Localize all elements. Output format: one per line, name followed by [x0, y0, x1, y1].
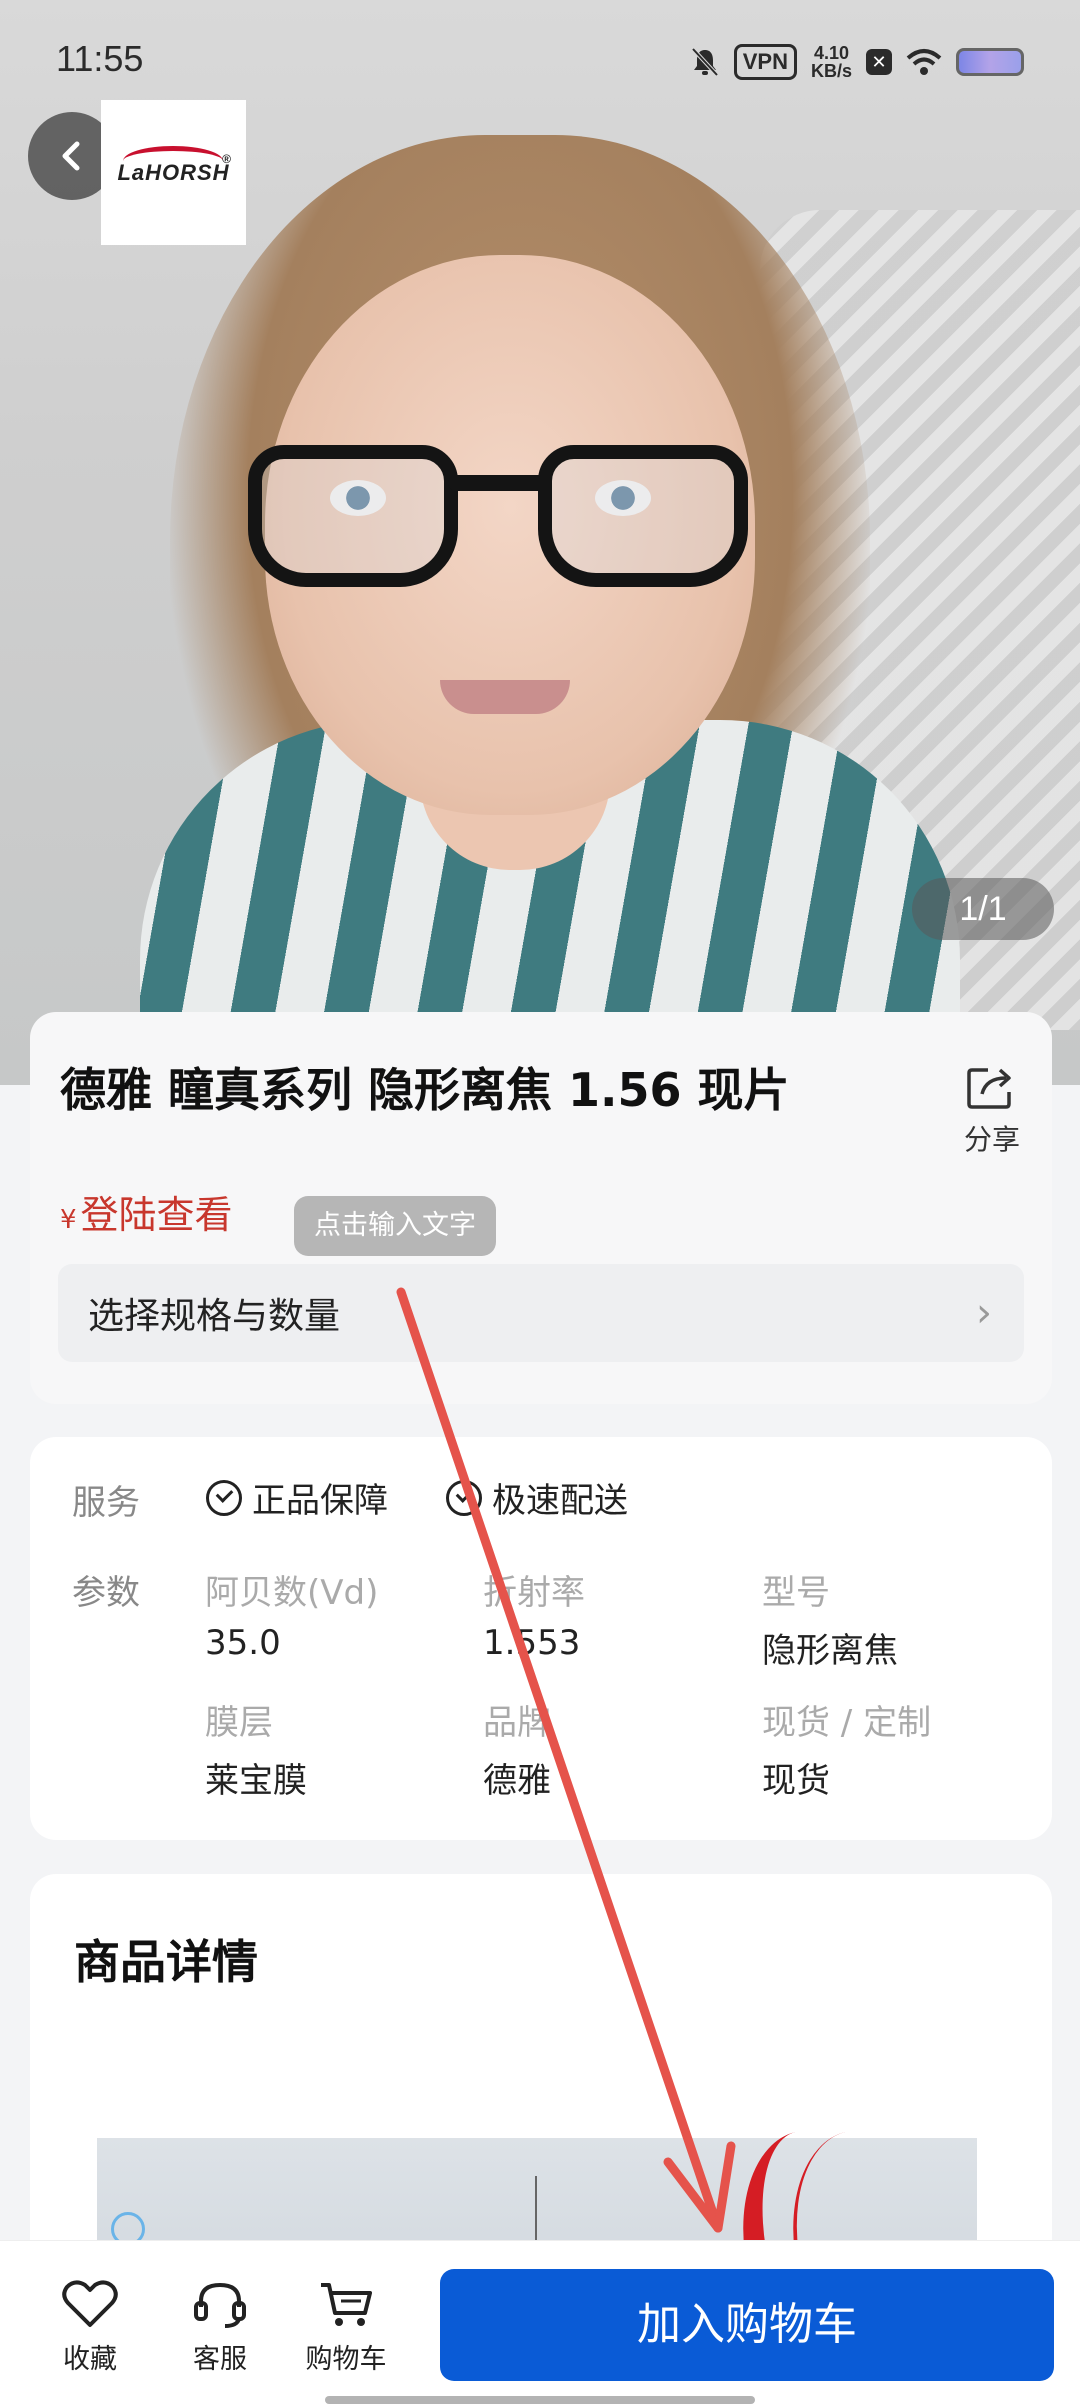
spec-selector-label: 选择规格与数量: [88, 1296, 341, 1337]
param-value: 1.553: [483, 1623, 581, 1663]
logo-swoosh: [123, 146, 223, 176]
home-indicator[interactable]: [325, 2396, 755, 2404]
mouth: [440, 680, 570, 714]
cart-label: 购物车: [305, 2344, 387, 2375]
param-value: 隐形离焦: [762, 1631, 898, 1671]
glasses-bridge: [448, 475, 548, 491]
add-to-cart-button[interactable]: 加入购物车: [440, 2269, 1054, 2381]
service-item-label: 极速配送: [492, 1481, 628, 1521]
param-value: 现货: [762, 1761, 830, 1801]
headset-icon: [194, 2282, 246, 2328]
network-speed: 4.10 KB/s: [811, 44, 852, 80]
heart-icon: [62, 2280, 118, 2327]
favorite-label: 收藏: [63, 2344, 117, 2375]
product-summary-card: 德雅 瞳真系列 隐形离焦 1.56 现片 分享 ¥ 登陆查看 点击输入文字 选择规…: [30, 1012, 1052, 1404]
chevron-right-icon: ›: [976, 1290, 992, 1336]
params-label: 参数: [72, 1573, 140, 1613]
wifi-icon: [906, 49, 942, 75]
bottom-action-bar: 收藏 客服 购物车 加入购物车: [0, 2240, 1080, 2408]
cart-button[interactable]: 购物车: [296, 2279, 396, 2376]
share-button[interactable]: 分享: [954, 1064, 1030, 1158]
price-login-text: 登陆查看: [80, 1193, 233, 1237]
param-key: 型号: [762, 1573, 830, 1613]
text-input-hint[interactable]: 点击输入文字: [294, 1196, 496, 1256]
param-value: 35.0: [205, 1623, 281, 1663]
customer-service-button[interactable]: 客服: [170, 2279, 270, 2376]
status-icons: VPN 4.10 KB/s ✕: [690, 40, 1024, 84]
service-item-label: 正品保障: [252, 1481, 388, 1521]
param-key: 品牌: [483, 1703, 551, 1743]
service-item-genuine: 正品保障: [206, 1473, 388, 1522]
right-lens: [538, 445, 748, 587]
brand-logo: LaHORSH ®: [101, 100, 246, 245]
speed-unit: KB/s: [810, 61, 852, 81]
service-item-fast-delivery: 极速配送: [446, 1473, 628, 1522]
favorite-button[interactable]: 收藏: [40, 2279, 140, 2376]
glasses: [238, 445, 758, 595]
product-title: 德雅 瞳真系列 隐形离焦 1.56 现片: [60, 1063, 790, 1117]
service-label: 服务: [72, 1483, 140, 1523]
check-circle-icon: [446, 1479, 482, 1516]
service-params-card: 服务 正品保障 极速配送 参数 阿贝数(Vd) 35.0 折射率 1.553 型…: [30, 1437, 1052, 1840]
param-key: 折射率: [483, 1573, 585, 1613]
param-key: 现货 / 定制: [762, 1703, 932, 1743]
share-label: 分享: [963, 1123, 1020, 1156]
param-key: 膜层: [205, 1703, 273, 1743]
mute-bell-icon: [691, 47, 719, 77]
left-lens: [248, 445, 458, 587]
status-time: 11:55: [56, 38, 144, 79]
vpn-badge: VPN: [733, 44, 797, 80]
share-icon: [967, 1068, 1011, 1109]
image-pager: 1/1: [912, 878, 1054, 940]
details-title: 商品详情: [74, 1935, 258, 1989]
param-key: 阿贝数(Vd): [205, 1573, 379, 1613]
check-circle-icon: [206, 1479, 242, 1516]
speed-value: 4.10: [813, 43, 850, 63]
param-value: 德雅: [483, 1761, 551, 1801]
logo-registered-mark: ®: [222, 152, 232, 166]
price[interactable]: ¥ 登陆查看: [60, 1184, 233, 1239]
cart-icon: [321, 2283, 372, 2326]
product-page: 11:55 VPN 4.10 KB/s ✕ LaHORSH ® 1/1 德雅 瞳…: [0, 0, 1080, 2408]
battery-icon: [956, 48, 1024, 76]
spec-quantity-selector[interactable]: 选择规格与数量 ›: [58, 1264, 1024, 1362]
currency-symbol: ¥: [60, 1205, 77, 1235]
customer-service-label: 客服: [193, 2344, 247, 2375]
chevron-left-icon: [62, 141, 80, 171]
sim-off-icon: ✕: [866, 49, 892, 75]
param-value: 莱宝膜: [205, 1761, 307, 1801]
